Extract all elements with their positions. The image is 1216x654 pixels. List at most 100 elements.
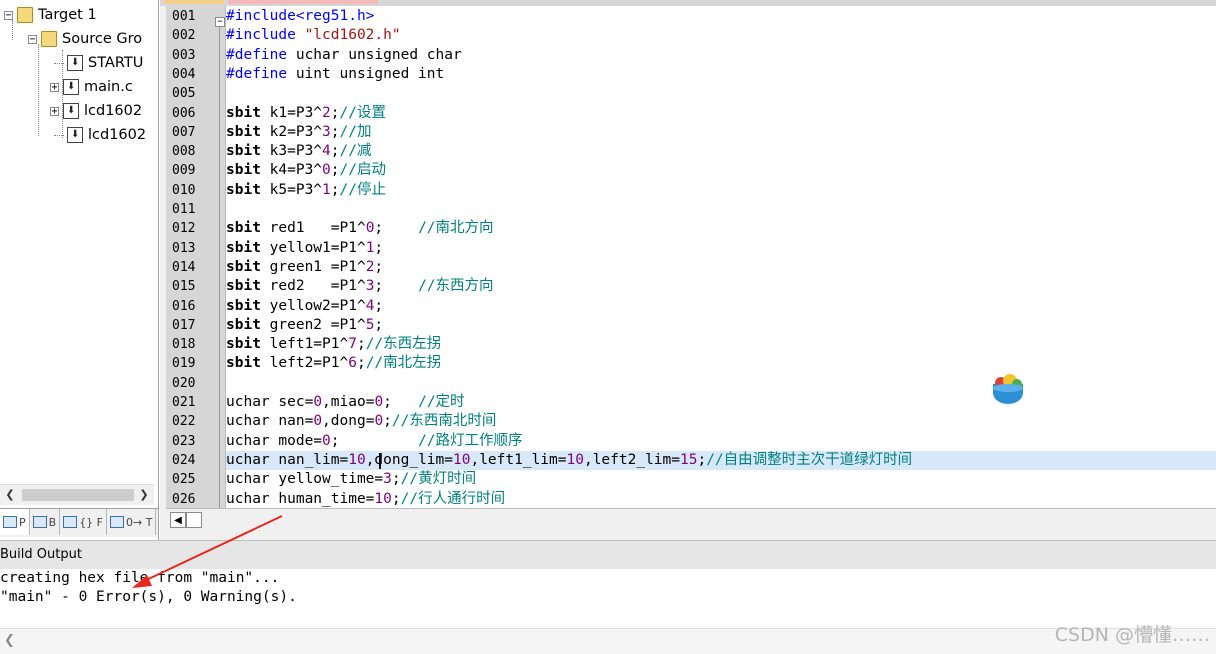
- code-line[interactable]: sbit left2=P1^6;//南北左拐: [226, 354, 1216, 373]
- scroll-thumb[interactable]: [186, 512, 202, 528]
- text-caret: [379, 452, 381, 469]
- editor-tab-lcd1602[interactable]: [228, 0, 378, 4]
- watermark: CSDN @懵懂……: [1054, 624, 1210, 646]
- line-number: 018: [172, 337, 196, 353]
- project-tab-3[interactable]: 0→ T: [107, 509, 157, 535]
- line-number: 021: [172, 395, 196, 410]
- tree-item-label: Source Gro: [62, 31, 143, 47]
- tree-connector: [54, 62, 64, 64]
- line-number: 005: [172, 86, 196, 102]
- project-tree: − Target 1− Source Gro ⬇ STARTU + ⬇ main.c + ⬇ lcd…: [0, 0, 154, 484]
- scroll-left-arrow-icon[interactable]: ❮: [2, 487, 18, 503]
- line-number: 011: [172, 202, 196, 217]
- floating-bowl-icon[interactable]: [990, 370, 1026, 406]
- target-folder-icon: [17, 7, 33, 23]
- scroll-left-arrow-icon[interactable]: ❮: [4, 633, 15, 648]
- code-line[interactable]: sbit red1 =P1^0; //南北方向: [226, 219, 1216, 238]
- code-line[interactable]: [226, 200, 1216, 219]
- project-tab-2[interactable]: {} F: [60, 509, 108, 535]
- tree-item-label: lcd1602: [84, 103, 143, 119]
- tree-connector: [54, 134, 64, 136]
- code-line[interactable]: #include "lcd1602.h": [226, 26, 1216, 45]
- code-line[interactable]: [226, 84, 1216, 103]
- code-line[interactable]: #include<reg51.h>: [226, 7, 1216, 26]
- tree-item-source-gro[interactable]: − Source Gro: [28, 28, 142, 50]
- build-output-line: creating hex file from "main"...: [0, 570, 280, 586]
- folder-icon: [41, 31, 57, 47]
- editor-tab-main-c[interactable]: [164, 0, 224, 4]
- line-number: 014: [172, 259, 196, 275]
- code-editor: − 001 002 003 004 005 006 007 008 009 010 011 012 01…: [160, 0, 1216, 540]
- code-line[interactable]: #define uint unsigned int: [226, 65, 1216, 84]
- tree-item-target-1[interactable]: − Target 1: [4, 4, 97, 26]
- code-line[interactable]: uchar yellow_time=3;//黄灯时间: [226, 470, 1216, 489]
- code-line[interactable]: uchar mode=0; //路灯工作顺序: [226, 432, 1216, 451]
- code-line[interactable]: #define uchar unsigned char: [226, 46, 1216, 65]
- build-output-panel[interactable]: creating hex file from "main"... "main" …: [0, 569, 1216, 629]
- books-tab-icon: [32, 516, 47, 528]
- code-line[interactable]: sbit green1 =P1^2;: [226, 258, 1216, 277]
- line-number: 015: [172, 279, 196, 295]
- project-window-tabs: P B {} F 0→ T: [0, 508, 158, 537]
- code-line[interactable]: uchar nan_lim=10,dong_lim=10,left1_lim=1…: [226, 450, 1216, 470]
- line-number: 025: [172, 472, 196, 488]
- code-line[interactable]: [226, 374, 1216, 393]
- code-line[interactable]: sbit k2=P3^3;//加: [226, 123, 1216, 142]
- build-output-line: "main" - 0 Error(s), 0 Warning(s).: [0, 589, 297, 605]
- code-line[interactable]: uchar human_time=10;//行人通行时间: [226, 490, 1216, 509]
- project-tab-label: B: [48, 515, 57, 529]
- tree-item-lcd1602[interactable]: + ⬇ lcd1602: [50, 100, 142, 122]
- tree-item-startu[interactable]: ⬇ STARTU: [54, 52, 143, 74]
- file-icon: ⬇: [67, 127, 83, 143]
- line-number: 026: [172, 491, 196, 507]
- tree-item-label: Target 1: [38, 7, 97, 23]
- code-line[interactable]: sbit k4=P3^0;//启动: [226, 161, 1216, 180]
- file-icon: ⬇: [63, 79, 79, 95]
- expand-icon[interactable]: +: [50, 106, 59, 116]
- build-output-title: Build Output: [0, 540, 1216, 570]
- scroll-left-arrow-icon[interactable]: ◀: [170, 512, 186, 528]
- tree-item-label: STARTU: [88, 55, 144, 71]
- tree-item-label: lcd1602: [88, 127, 147, 143]
- code-line[interactable]: sbit left1=P1^7;//东西左拐: [226, 335, 1216, 354]
- code-line[interactable]: sbit k5=P3^1;//停止: [226, 181, 1216, 200]
- tree-item-lcd1602[interactable]: ⬇ lcd1602: [54, 124, 146, 146]
- build-output-scrollbar[interactable]: ❮: [0, 628, 1216, 654]
- line-number: 022: [172, 414, 196, 430]
- collapse-icon[interactable]: −: [4, 10, 13, 20]
- line-number: 013: [172, 240, 196, 256]
- tree-item-label: main.c: [84, 79, 133, 95]
- tree-item-main-c[interactable]: + ⬇ main.c: [50, 76, 133, 98]
- project-tab-label: 0→ T: [126, 515, 153, 529]
- project-tab-1[interactable]: B: [30, 509, 61, 535]
- project-tab-label: {} F: [79, 515, 104, 529]
- project-tab-0[interactable]: P: [0, 509, 30, 535]
- scroll-right-arrow-icon[interactable]: ❯: [136, 487, 152, 503]
- code-line[interactable]: uchar sec=0,miao=0; //定时: [226, 393, 1216, 412]
- file-icon: ⬇: [63, 103, 79, 119]
- line-number: 001: [172, 9, 196, 24]
- code-line[interactable]: sbit green2 =P1^5;: [226, 316, 1216, 335]
- line-number-gutter: − 001 002 003 004 005 006 007 008 009 010 011 012 01…: [166, 6, 226, 514]
- project-panel: − Target 1− Source Gro ⬇ STARTU + ⬇ main.c + ⬇ lcd…: [0, 0, 159, 540]
- scroll-thumb[interactable]: [22, 489, 134, 501]
- line-number: 017: [172, 317, 196, 333]
- editor-horizontal-scrollbar[interactable]: ◀: [166, 508, 1216, 531]
- code-line[interactable]: sbit red2 =P1^3; //东西方向: [226, 277, 1216, 296]
- project-horizontal-scrollbar[interactable]: ❮ ❯: [0, 484, 154, 505]
- code-line[interactable]: sbit k3=P3^4;//减: [226, 142, 1216, 161]
- project-tab-label: P: [19, 515, 26, 529]
- code-line[interactable]: sbit yellow1=P1^1;: [226, 239, 1216, 258]
- code-line[interactable]: sbit k1=P3^2;//设置: [226, 104, 1216, 123]
- line-number: 002: [172, 28, 196, 44]
- expand-icon[interactable]: +: [50, 82, 59, 92]
- line-number: 012: [172, 221, 196, 237]
- functions-tab-icon: [63, 516, 78, 528]
- line-number: 019: [172, 356, 196, 372]
- code-line[interactable]: sbit yellow2=P1^4;: [226, 297, 1216, 316]
- code-text-area[interactable]: #include<reg51.h> #include "lcd1602.h" #de…: [226, 6, 1216, 508]
- line-number: 003: [172, 47, 196, 63]
- code-line[interactable]: uchar nan=0,dong=0;//东西南北时间: [226, 412, 1216, 431]
- collapse-icon[interactable]: −: [28, 34, 37, 44]
- line-number: 024: [172, 452, 196, 468]
